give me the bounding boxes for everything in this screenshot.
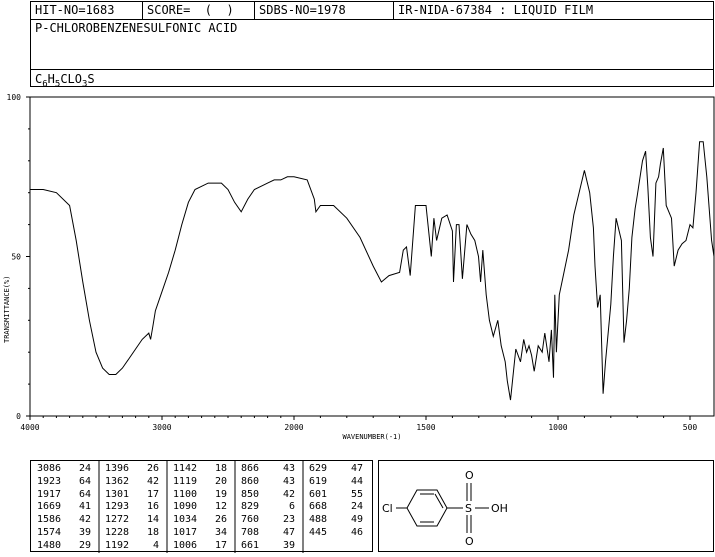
- structure-svg: Cl S O O OH: [382, 469, 508, 548]
- x-tick-label: 2000: [284, 423, 303, 432]
- x-tick-label: 500: [683, 423, 698, 432]
- x-tick-label: 1500: [416, 423, 435, 432]
- sdbs-number: SDBS-NO=1978: [254, 2, 393, 19]
- plot-frame: [29, 96, 715, 417]
- oxygen-top-label: O: [465, 469, 474, 482]
- header-row: HIT-NO=1683 SCORE= ( ) SDBS-NO=1978 IR-N…: [31, 2, 713, 20]
- ir-spectrum-chart: 0 50 100 4000 3000 2000 1500 1000 500 TRANSMITT…: [3, 93, 715, 441]
- compound-name: P-CHLOROBENZENESULFONIC ACID: [35, 21, 238, 35]
- peak-table-dividers: [98, 461, 304, 553]
- hit-number: HIT-NO=1683: [35, 3, 115, 17]
- x-tick-label: 3000: [152, 423, 171, 432]
- chlorine-label: Cl: [382, 502, 393, 515]
- sulfur-label: S: [465, 502, 472, 515]
- spectrum-header: HIT-NO=1683 SCORE= ( ) SDBS-NO=1978 IR-N…: [30, 1, 714, 89]
- hydroxyl-label: OH: [491, 502, 508, 515]
- x-axis-label: WAVENUMBER(-1): [342, 433, 401, 441]
- y-tick-label: 100: [7, 93, 22, 102]
- score: SCORE= ( ): [142, 2, 254, 19]
- x-axis: 4000 3000 2000 1500 1000 500: [20, 416, 697, 432]
- x-tick-label: 1000: [548, 423, 567, 432]
- y-axis-label: TRANSMITTANCE(%): [3, 276, 11, 343]
- y-tick-label: 0: [16, 412, 21, 421]
- spectrum-line: [30, 141, 715, 401]
- y-tick-label: 50: [11, 253, 21, 262]
- divider: [31, 69, 713, 70]
- oxygen-bottom-label: O: [465, 535, 474, 548]
- peak-table: 3086 24 1923 64 1917 64 1669 41 1586 42 1574 39 1480…: [30, 460, 373, 553]
- benzene-ring: [406, 489, 448, 527]
- x-tick-label: 4000: [20, 423, 39, 432]
- y-axis: 0 50 100: [7, 93, 30, 421]
- structure-diagram: Cl S O O OH: [378, 460, 714, 552]
- ir-source: IR-NIDA-67384 : LIQUID FILM: [393, 2, 713, 19]
